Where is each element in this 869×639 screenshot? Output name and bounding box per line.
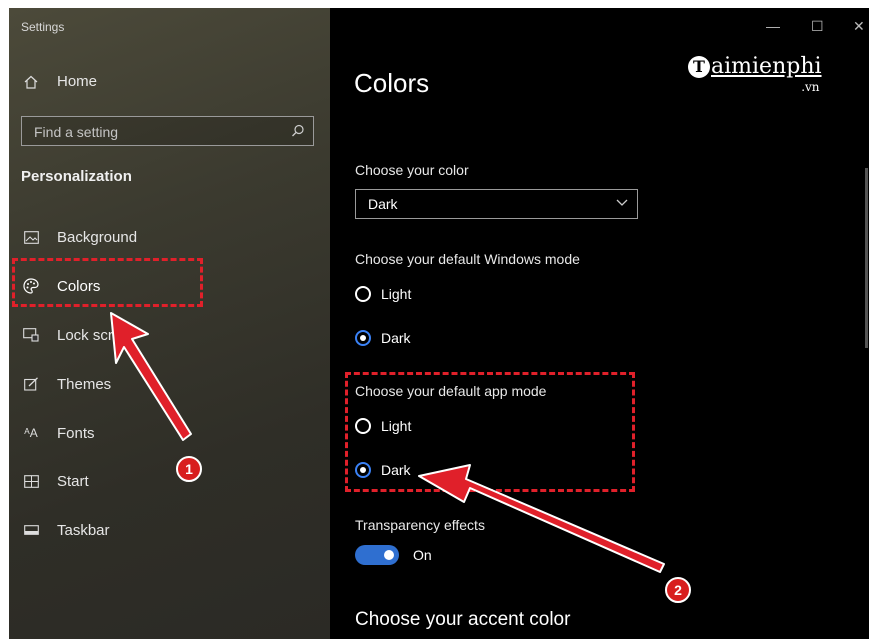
sidebar-item-label: Fonts (57, 424, 95, 442)
transparency-state: On (413, 547, 432, 563)
transparency-toggle[interactable] (355, 545, 399, 565)
settings-window: Settings Home Find a setting Personaliza… (9, 8, 869, 639)
search-placeholder: Find a setting (34, 124, 119, 140)
sidebar-item-label: Lock screen (57, 326, 117, 344)
sidebar: Settings Home Find a setting Personaliza… (9, 8, 330, 639)
sidebar-item-start[interactable]: Start (23, 469, 89, 493)
toggle-knob (384, 550, 394, 560)
sidebar-item-taskbar[interactable]: Taskbar (23, 518, 110, 542)
transparency-label: Transparency effects (355, 517, 485, 533)
logo-initial: T (688, 55, 710, 78)
sidebar-item-themes[interactable]: Themes (23, 372, 111, 396)
taskbar-icon (23, 522, 39, 538)
home-label: Home (57, 73, 98, 90)
radio-label: Dark (381, 330, 411, 346)
logo-brand: aimienphi (711, 54, 822, 79)
color-dropdown-value: Dark (368, 196, 398, 212)
app-title: Settings (21, 20, 65, 34)
sidebar-item-background[interactable]: Background (23, 225, 137, 249)
colors-highlight-box (12, 258, 203, 307)
windows-mode-label: Choose your default Windows mode (355, 251, 580, 267)
section-title: Personalization (21, 168, 132, 185)
windows-mode-dark-radio[interactable]: Dark (355, 330, 411, 346)
chevron-down-icon (615, 195, 629, 214)
themes-icon (23, 376, 39, 392)
scrollbar-thumb[interactable] (865, 168, 868, 348)
image-icon (23, 229, 39, 245)
sidebar-item-label: Taskbar (57, 521, 110, 539)
start-icon (23, 473, 39, 489)
step-badge-1: 1 (176, 456, 202, 482)
minimize-button[interactable]: — (766, 18, 780, 34)
home-link[interactable]: Home (23, 73, 97, 90)
sidebar-item-label: Themes (57, 375, 112, 393)
search-icon[interactable] (291, 124, 305, 143)
windows-mode-light-radio[interactable]: Light (355, 286, 411, 302)
lock-screen-icon (23, 327, 39, 343)
page-title: Colors (354, 68, 430, 98)
sidebar-item-label: Start (57, 472, 89, 490)
search-box[interactable]: Find a setting (21, 116, 314, 146)
watermark-logo: T aimienphi .vn (688, 54, 822, 94)
home-icon (23, 74, 39, 90)
radio-label: Light (381, 286, 412, 302)
scrollbar[interactable] (863, 8, 869, 639)
main-content: — ☐ ✕ Colors T aimienphi .vn Choose your… (330, 8, 869, 639)
maximize-button[interactable]: ☐ (811, 18, 824, 35)
fonts-icon: ᴬA (24, 426, 38, 440)
sidebar-item-fonts[interactable]: ᴬA Fonts (23, 421, 95, 445)
accent-color-heading: Choose your accent color (355, 609, 571, 630)
sidebar-item-label: Background (57, 228, 138, 246)
step-badge-2: 2 (665, 577, 691, 603)
radio-circle (355, 286, 371, 302)
sidebar-item-lock-screen[interactable]: Lock screen (23, 323, 117, 347)
logo-tld: .vn (801, 80, 820, 94)
color-dropdown[interactable]: Dark (355, 189, 638, 219)
app-mode-highlight-box (345, 372, 635, 492)
radio-circle-selected (355, 330, 371, 346)
choose-color-label: Choose your color (355, 162, 469, 178)
